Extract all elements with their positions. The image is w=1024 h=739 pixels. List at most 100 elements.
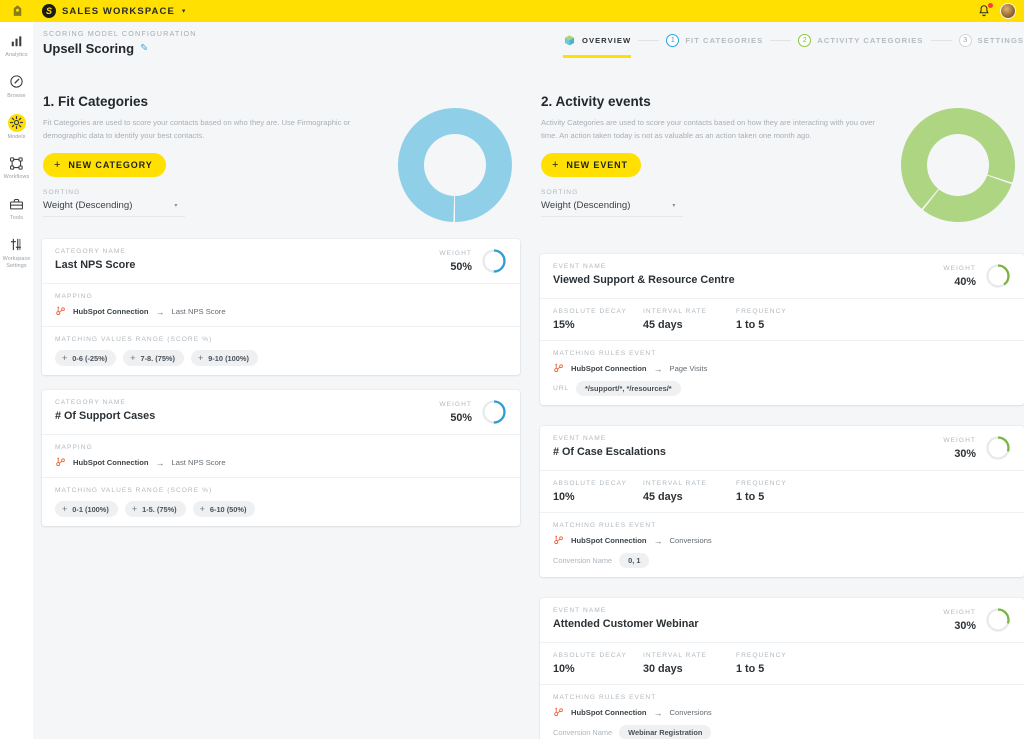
mapping-source: HubSpot Connection <box>571 364 647 373</box>
page-kicker: SCORING MODEL CONFIGURATION <box>43 29 197 38</box>
bar-chart-icon <box>8 32 26 50</box>
weight-block: WEIGHT 30% <box>943 435 1011 461</box>
mapping-source: HubSpot Connection <box>73 307 149 316</box>
interval-rate-value: 30 days <box>643 663 683 675</box>
sidebar-item-workflows[interactable]: Workflows <box>0 154 33 181</box>
pencil-edit-icon[interactable]: ✎ <box>140 43 148 54</box>
hubspot-icon <box>554 707 563 717</box>
absolute-decay-label: ABSOLUTE DECAY <box>553 652 627 659</box>
hubspot-icon <box>56 457 65 467</box>
fit-sorting-select[interactable]: Weight (Descending) ▾ <box>43 200 185 217</box>
activity-event-card[interactable]: EVENT NAME # Of Case Escalations WEIGHT … <box>540 426 1024 577</box>
card-name-block: EVENT NAME Attended Customer Webinar <box>553 607 943 630</box>
range-chip-label: 6-10 (50%) <box>209 504 247 514</box>
absolute-decay-value: 15% <box>553 319 575 331</box>
top-bar: S SALES WORKSPACE ▾ <box>0 0 1024 22</box>
sidebar-item-models[interactable]: Models <box>0 113 33 141</box>
tab-settings[interactable]: 3 SETTINGS <box>958 33 1024 47</box>
tab-label: ACTIVITY CATEGORIES <box>817 35 924 45</box>
interval-rate-label: INTERVAL RATE <box>643 480 707 487</box>
tab-label: SETTINGS <box>977 35 1024 45</box>
card-stats-row: ABSOLUTE DECAY 15% INTERVAL RATE 45 days… <box>540 299 1024 341</box>
donut-segment <box>398 108 457 222</box>
event-name-value: Viewed Support & Resource Centre <box>553 274 735 286</box>
range-chip-label: 1-5. (75%) <box>142 504 177 514</box>
sidebar-item-browse[interactable]: Browse <box>0 73 33 100</box>
mapping-source: HubSpot Connection <box>571 536 647 545</box>
range-chip-label: 0-6 (-25%) <box>72 353 108 363</box>
weight-block: WEIGHT 30% <box>943 607 1011 633</box>
wizard-connector <box>638 39 660 41</box>
range-chip-list: +0-1 (100%) +1-5. (75%) +6-10 (50%) <box>55 501 507 517</box>
weight-block: WEIGHT 50% <box>439 248 507 274</box>
tab-fit-categories[interactable]: 1 FIT CATEGORIES <box>666 33 763 47</box>
model-header: SCORING MODEL CONFIGURATION Upsell Scori… <box>33 22 531 56</box>
activity-event-card[interactable]: EVENT NAME Attended Customer Webinar WEI… <box>540 598 1024 739</box>
mapping-value-row: HubSpot Connection → Conversions <box>553 535 1011 546</box>
rule-detail-chip[interactable]: */support/*, */resources/* <box>576 381 681 396</box>
absolute-decay-stat: ABSOLUTE DECAY 15% <box>553 308 643 331</box>
avatar[interactable] <box>1000 3 1016 19</box>
range-chip[interactable]: +1-5. (75%) <box>124 501 186 517</box>
rule-detail-chip[interactable]: 0, 1 <box>619 553 650 568</box>
activity-section-description: Activity Categories are used to score yo… <box>541 118 875 141</box>
activity-weight-donut-chart <box>901 108 1015 222</box>
frequency-stat: FREQUENCY 1 to 5 <box>736 308 826 331</box>
app-logo-icon[interactable] <box>0 0 34 22</box>
absolute-decay-value: 10% <box>553 491 575 503</box>
sidebar-item-tools[interactable]: Tools <box>0 195 33 222</box>
range-chip-list: +0-6 (-25%) +7-8. (75%) +9-10 (100%) <box>55 350 507 366</box>
notification-bell-icon[interactable] <box>977 3 993 18</box>
interval-rate-stat: INTERVAL RATE 45 days <box>643 308 736 331</box>
range-chip[interactable]: +6-10 (50%) <box>192 501 256 517</box>
absolute-decay-label: ABSOLUTE DECAY <box>553 480 627 487</box>
weight-gauge-ring <box>986 608 1010 632</box>
card-name-block: CATEGORY NAME # Of Support Cases <box>55 399 439 422</box>
sidebar-item-workspace-settings[interactable]: Workspace Settings <box>0 236 33 270</box>
card-name-block: EVENT NAME Viewed Support & Resource Cen… <box>553 263 943 286</box>
weight-value: 40% <box>954 275 976 288</box>
new-category-button[interactable]: + NEW CATEGORY <box>43 152 166 177</box>
activity-sorting-select[interactable]: Weight (Descending) ▾ <box>541 200 683 217</box>
plus-icon: + <box>62 353 68 363</box>
matching-rules-label: MATCHING RULES EVENT <box>553 694 657 701</box>
category-name-value: Last NPS Score <box>55 259 136 271</box>
mapping-value-row: HubSpot Connection → Last NPS Score <box>55 306 507 317</box>
wizard-tabs: OVERVIEW 1 FIT CATEGORIES 2 ACTIVITY CAT… <box>531 22 1024 58</box>
range-chip[interactable]: +0-1 (100%) <box>55 501 118 517</box>
category-name-label: CATEGORY NAME <box>55 248 126 255</box>
activity-section-title: 2. Activity events <box>541 94 651 109</box>
new-event-button[interactable]: + NEW EVENT <box>541 152 641 177</box>
activity-sorting-label: SORTING <box>541 188 579 196</box>
mapping-label: MAPPING <box>55 444 93 451</box>
mapping-target: Page Visits <box>669 364 708 373</box>
range-chip-label: 0-1 (100%) <box>72 504 109 514</box>
tab-activity-categories[interactable]: 2 ACTIVITY CATEGORIES <box>798 33 924 47</box>
fit-sorting-label: SORTING <box>43 188 81 196</box>
weight-block: WEIGHT 40% <box>943 263 1011 289</box>
plus-icon: + <box>54 158 62 171</box>
activity-event-card[interactable]: EVENT NAME Viewed Support & Resource Cen… <box>540 254 1024 405</box>
sidebar-item-analytics[interactable]: Analytics <box>0 32 33 59</box>
hubspot-icon <box>56 306 65 316</box>
fit-category-card[interactable]: CATEGORY NAME Last NPS Score WEIGHT 50% <box>42 239 520 375</box>
hubspot-icon <box>554 535 563 545</box>
range-chip[interactable]: +7-8. (75%) <box>123 350 184 366</box>
fit-category-card[interactable]: CATEGORY NAME # Of Support Cases WEIGHT … <box>42 390 520 526</box>
frequency-label: FREQUENCY <box>736 480 787 487</box>
rule-detail-row: Conversion Name Webinar Registration <box>553 725 1011 739</box>
workspace-name: SALES WORKSPACE <box>62 5 175 17</box>
rule-detail-row: Conversion Name 0, 1 <box>553 553 1011 568</box>
workspace-switcher[interactable]: S SALES WORKSPACE ▾ <box>42 4 185 18</box>
hubspot-icon <box>554 363 563 373</box>
event-name-value: Attended Customer Webinar <box>553 618 699 630</box>
plus-icon: + <box>199 504 205 514</box>
range-chip[interactable]: +0-6 (-25%) <box>55 350 117 366</box>
activity-events-column: OVERVIEW 1 FIT CATEGORIES 2 ACTIVITY CAT… <box>531 22 1024 739</box>
tab-overview[interactable]: OVERVIEW <box>563 34 632 58</box>
rule-detail-chip[interactable]: Webinar Registration <box>619 725 712 739</box>
chevron-down-icon: ▾ <box>174 202 178 209</box>
range-chip[interactable]: +9-10 (100%) <box>190 350 258 366</box>
rule-detail-label: Conversion Name <box>553 556 613 565</box>
sidebar-item-label: Tools <box>9 215 24 221</box>
